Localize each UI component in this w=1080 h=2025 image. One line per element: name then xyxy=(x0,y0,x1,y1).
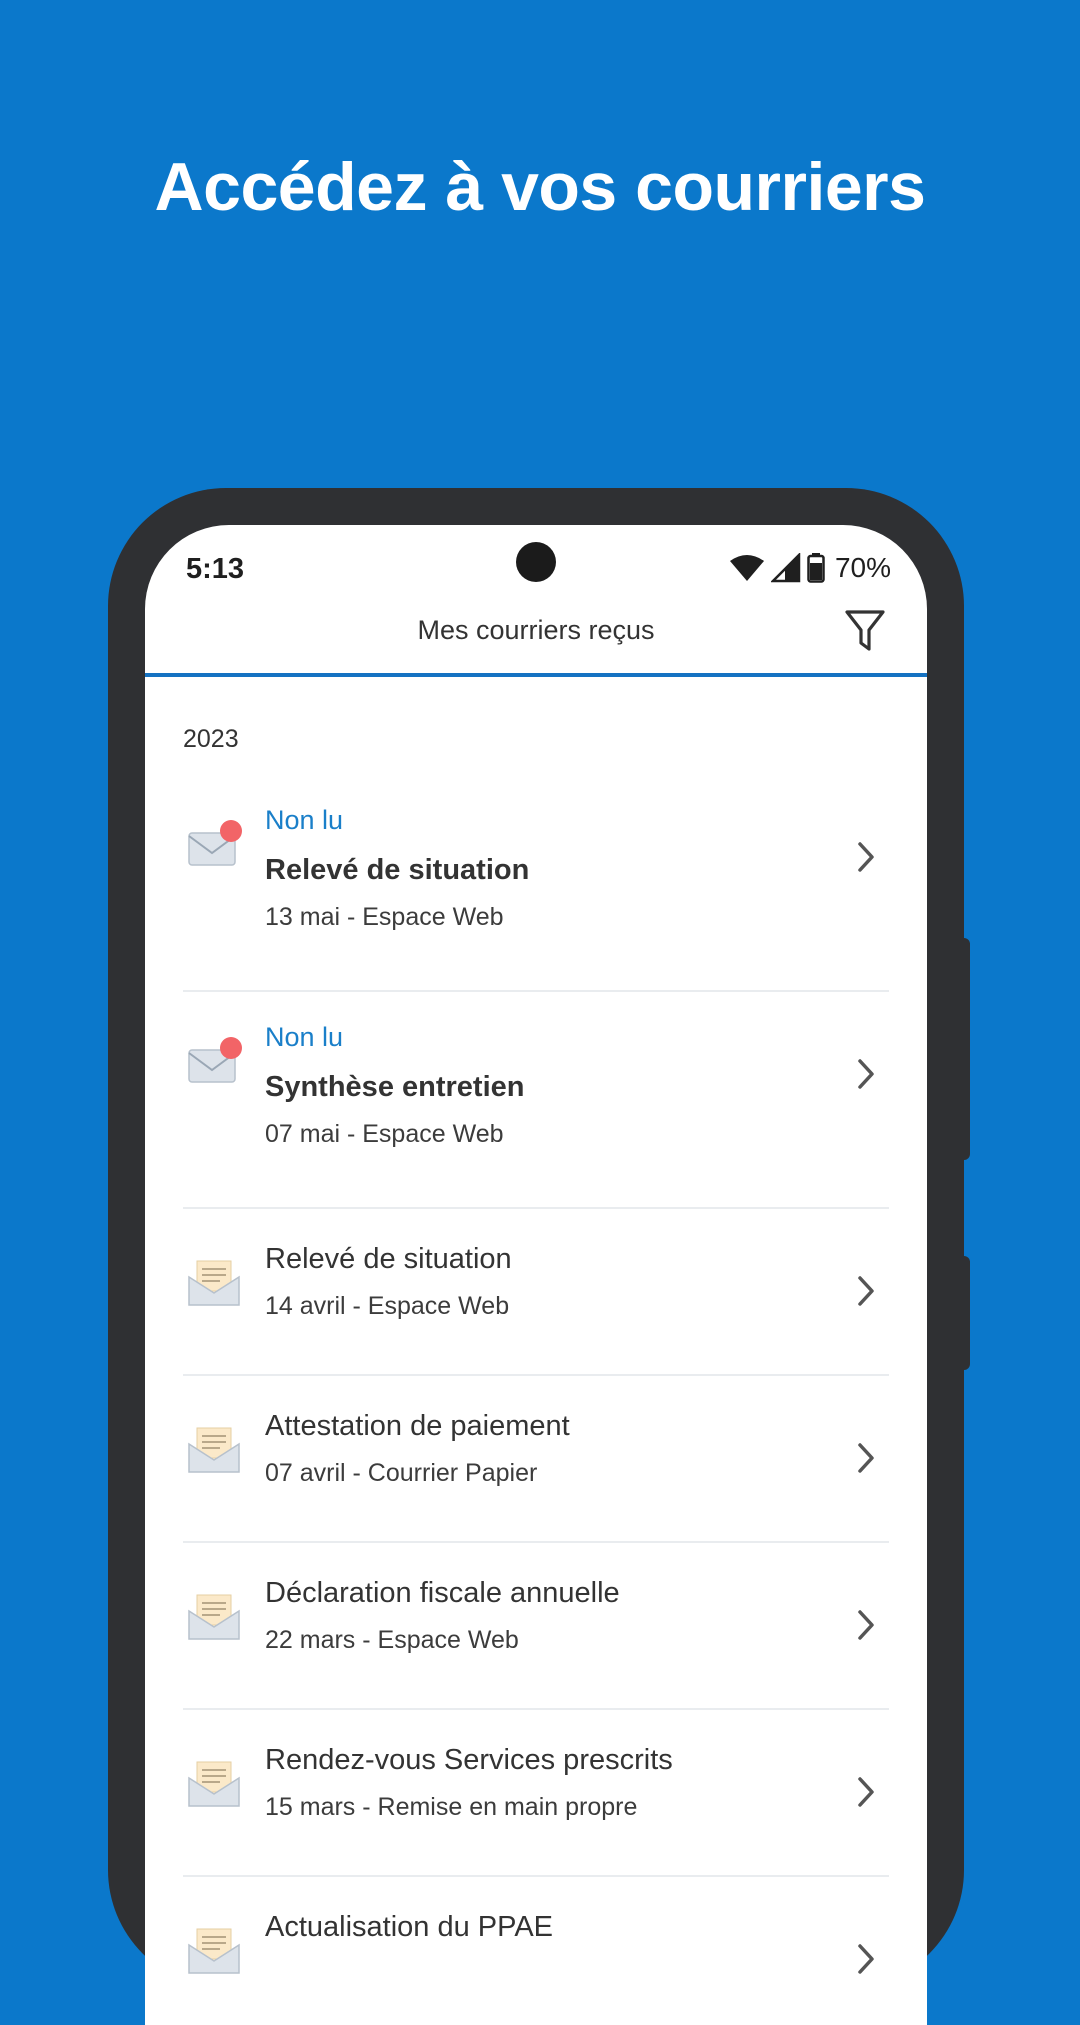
chevron-right-icon xyxy=(858,1610,874,1640)
year-heading: 2023 xyxy=(183,725,239,753)
letter-title: Actualisation du PPAE xyxy=(265,1911,554,1943)
battery-percentage: 70% xyxy=(834,552,891,583)
unread-status-label: Non lu xyxy=(265,1022,344,1052)
phone-screen: 5:13 70% Mes courriers reçus 2023 Non lu… xyxy=(145,525,927,2025)
opened-envelope-icon xyxy=(188,1928,240,1974)
phone-side-button xyxy=(960,938,970,1160)
letter-item[interactable]: Rendez-vous Services prescrits 15 mars -… xyxy=(183,1710,889,1877)
letter-title: Synthèse entretien xyxy=(265,1071,525,1103)
chevron-right-icon xyxy=(858,1777,874,1807)
cellular-signal-icon xyxy=(770,553,801,583)
opened-envelope-icon xyxy=(188,1761,240,1807)
battery-icon xyxy=(807,553,825,583)
letter-meta: 14 avril - Espace Web xyxy=(265,1292,510,1320)
page-title: Mes courriers reçus xyxy=(417,615,655,645)
unread-status-label: Non lu xyxy=(265,805,344,835)
letter-title: Relevé de situation xyxy=(265,854,530,886)
letter-meta: 07 avril - Courrier Papier xyxy=(265,1459,538,1487)
filter-icon xyxy=(845,610,885,651)
opened-envelope-icon xyxy=(188,1594,240,1640)
phone-side-button xyxy=(960,1256,970,1370)
letter-title: Relevé de situation xyxy=(265,1243,512,1275)
front-camera xyxy=(516,542,556,582)
unread-envelope-icon xyxy=(188,1037,242,1083)
letter-meta: 15 mars - Remise en main propre xyxy=(265,1793,638,1821)
chevron-right-icon xyxy=(858,1276,874,1306)
chevron-right-icon xyxy=(858,1944,874,1974)
letter-item[interactable]: Déclaration fiscale annuelle 22 mars - E… xyxy=(183,1543,889,1710)
letter-item[interactable]: Relevé de situation 14 avril - Espace We… xyxy=(183,1209,889,1376)
status-bar: 5:13 70% xyxy=(145,525,927,605)
opened-envelope-icon xyxy=(188,1427,240,1473)
unread-envelope-icon xyxy=(188,820,242,866)
chevron-right-icon xyxy=(858,1059,874,1089)
letter-meta: 07 mai - Espace Web xyxy=(265,1120,504,1148)
letter-item[interactable]: Attestation de paiement 07 avril - Courr… xyxy=(183,1376,889,1543)
chevron-right-icon xyxy=(858,842,874,872)
letter-meta: 13 mai - Espace Web xyxy=(265,903,504,931)
letter-title: Rendez-vous Services prescrits xyxy=(265,1744,673,1776)
letter-title: Déclaration fiscale annuelle xyxy=(265,1577,620,1609)
wifi-icon xyxy=(729,555,764,581)
headline: Accédez à vos courriers xyxy=(154,149,926,225)
letters-list: Non lu Relevé de situation 13 mai - Espa… xyxy=(183,775,889,2025)
filter-button[interactable] xyxy=(841,605,889,657)
status-icons: 70% xyxy=(729,551,891,585)
letter-meta: 22 mars - Espace Web xyxy=(265,1626,519,1654)
letter-title: Attestation de paiement xyxy=(265,1410,570,1442)
status-time: 5:13 xyxy=(186,553,245,585)
letter-item[interactable]: Non lu Synthèse entretien 07 mai - Espac… xyxy=(183,992,889,1209)
opened-envelope-icon xyxy=(188,1260,240,1306)
letter-item[interactable]: Actualisation du PPAE xyxy=(183,1877,889,2025)
letter-item[interactable]: Non lu Relevé de situation 13 mai - Espa… xyxy=(183,775,889,992)
chevron-right-icon xyxy=(858,1443,874,1473)
